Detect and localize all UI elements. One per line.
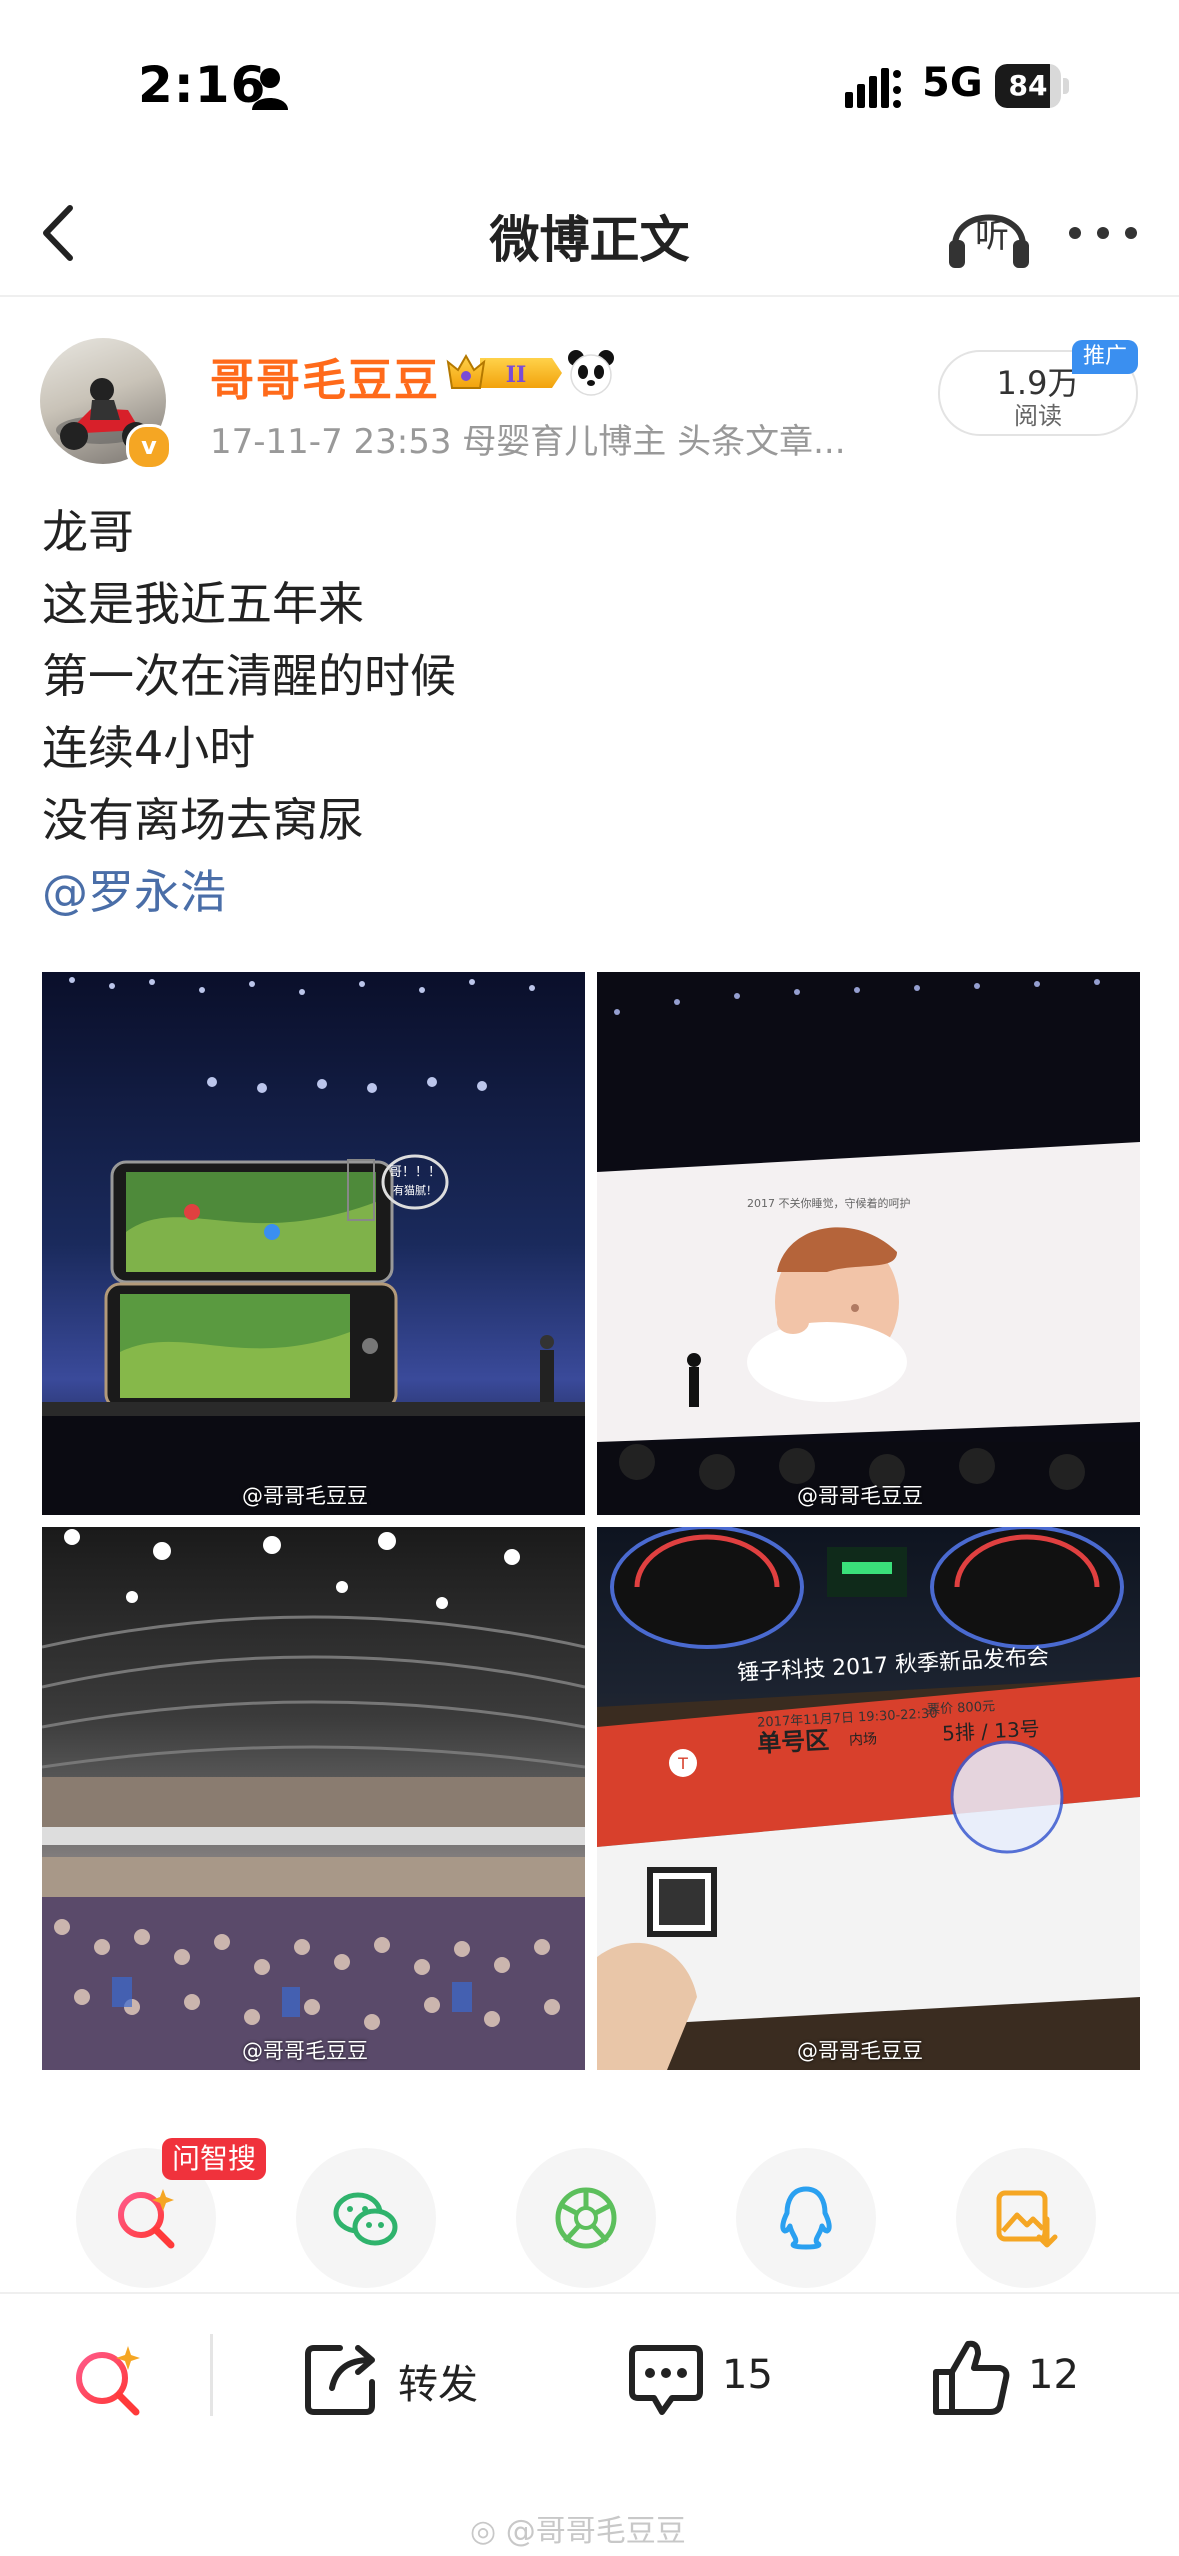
share-wechat-button[interactable]: [296, 2148, 436, 2288]
read-label: 阅读: [1014, 402, 1062, 430]
verified-badge: v: [126, 424, 172, 470]
image-watermark: @哥哥毛豆豆: [797, 1484, 923, 1508]
ai-search-icon[interactable]: [68, 2340, 148, 2420]
ticket-zone: 单号区: [756, 1726, 830, 1758]
bottom-action-bar: 转发 15 12: [0, 2292, 1179, 2464]
mention-link[interactable]: @罗永浩: [42, 856, 456, 928]
divider: [210, 2334, 213, 2416]
weibo-watermark: ◎ @哥哥毛豆豆: [470, 2506, 686, 2550]
battery-percent: 84: [1008, 69, 1048, 102]
svg-text:T: T: [677, 1754, 688, 1773]
speech-bubble-text: 哥！！！: [389, 1165, 441, 1180]
image-watermark: @哥哥毛豆豆: [242, 1484, 368, 1508]
save-image-icon: [996, 2190, 1058, 2248]
post-image-ticket[interactable]: T 锤子科技 2017 秋季新品发布会 2017年11月7日 19:30-22:…: [597, 1527, 1140, 2070]
moments-icon: [555, 2187, 617, 2249]
panda-icon: [568, 350, 614, 396]
listen-label[interactable]: 听: [970, 208, 1014, 257]
person-icon: [252, 68, 288, 110]
more-icon[interactable]: [1065, 208, 1141, 258]
like-count[interactable]: 12: [1028, 2352, 1079, 2398]
post-text: 龙哥 这是我近五年来 第一次在清醒的时候 连续4小时 没有离场去窝尿 @罗永浩: [42, 496, 456, 928]
watermark-text: @哥哥毛豆豆: [505, 2514, 686, 2549]
ticket-scene: T: [597, 1527, 1140, 2070]
qq-icon: [780, 2186, 832, 2250]
post-text-line: 龙哥: [42, 505, 134, 559]
ai-search-icon: [118, 2189, 175, 2249]
post-image-arena-crowd[interactable]: @哥哥毛豆豆: [42, 1527, 585, 2070]
post-image-phones-on-stage[interactable]: 哥！！！ 有猫腻！ @哥哥毛豆豆: [42, 972, 585, 1515]
battery-icon: 84: [995, 64, 1071, 108]
ticket-seat: 5排 / 13号: [941, 1716, 1041, 1746]
share-qq-button[interactable]: [736, 2148, 876, 2288]
promo-badge[interactable]: 推广: [1072, 340, 1138, 374]
post-image-baby-screen[interactable]: 2017 不关你睡觉，守候着的呵护 @哥哥毛豆豆: [597, 972, 1140, 1515]
screen-caption: 2017 不关你睡觉，守候着的呵护: [747, 1196, 911, 1210]
post-text-line: 没有离场去窝尿: [42, 793, 364, 847]
comment-count[interactable]: 15: [722, 2352, 773, 2398]
image-watermark: @哥哥毛豆豆: [242, 2039, 368, 2063]
save-image-button[interactable]: [956, 2148, 1096, 2288]
vip-crown-badge[interactable]: II: [444, 350, 564, 396]
post-text-line: 这是我近五年来: [42, 577, 364, 631]
vip-level: II: [506, 362, 527, 388]
comment-icon[interactable]: [626, 2340, 706, 2420]
ask-zhisou-tag[interactable]: 问智搜: [162, 2138, 266, 2180]
post-meta: 17-11-7 23:53 母婴育儿博主 头条文章...: [210, 422, 846, 462]
like-thumb-icon[interactable]: [930, 2336, 1012, 2418]
nav-bar: 微博正文 听: [0, 170, 1179, 297]
status-time: 2:16: [138, 56, 267, 114]
speech-bubble-text: 有猫腻！: [393, 1183, 437, 1197]
ticket-zone-suffix: 内场: [848, 1731, 878, 1749]
weibo-logo-icon: ◎: [470, 2514, 497, 2549]
share-moments-button[interactable]: [516, 2148, 656, 2288]
signal-icon: [845, 68, 901, 108]
user-name[interactable]: 哥哥毛豆豆: [210, 344, 440, 408]
baby-screen-scene: 2017 不关你睡觉，守候着的呵护: [597, 979, 1140, 1515]
stage-scene: 哥！！！ 有猫腻！: [42, 977, 585, 1515]
status-bar: 2:16 5G 84: [0, 0, 1179, 170]
network-label: 5G: [922, 60, 983, 106]
repost-icon[interactable]: [300, 2338, 382, 2420]
image-watermark: @哥哥毛豆豆: [797, 2039, 923, 2063]
wechat-icon: [333, 2192, 398, 2246]
post-text-line: 连续4小时: [42, 721, 256, 775]
post-text-line: 第一次在清醒的时候: [42, 649, 456, 703]
repost-label[interactable]: 转发: [398, 2352, 478, 2410]
arena-scene: [42, 1529, 585, 2070]
